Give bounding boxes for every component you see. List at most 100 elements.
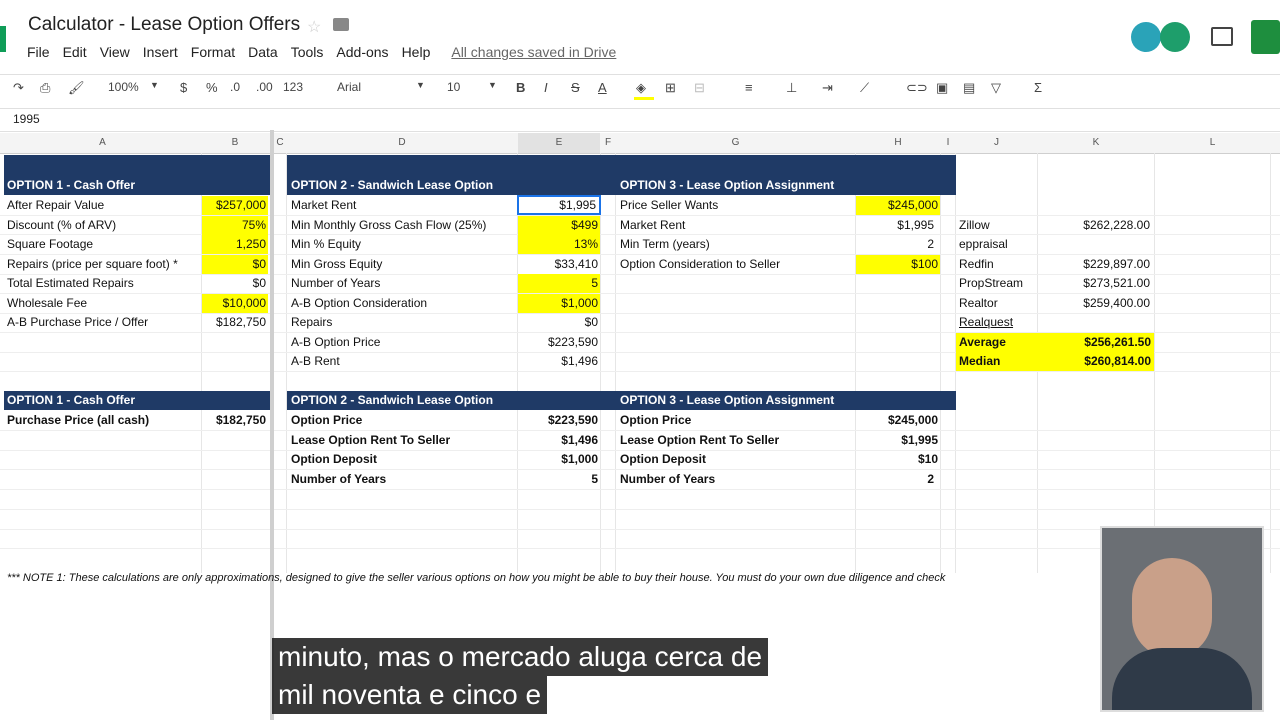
italic-button[interactable]: I [544, 80, 548, 95]
menu-format[interactable]: Format [191, 44, 235, 60]
column-header-g[interactable]: G [616, 133, 855, 154]
column-header-j[interactable]: J [956, 133, 1037, 154]
option3-summary-label[interactable]: Option Price [620, 411, 691, 430]
menu-insert[interactable]: Insert [143, 44, 178, 60]
text-rotation-icon[interactable]: ⟋ [860, 80, 869, 96]
option3-value[interactable]: $100 [856, 255, 940, 274]
font-size-select[interactable]: 10 [447, 80, 460, 94]
option2-value[interactable]: 13% [518, 235, 600, 254]
option2-label[interactable]: Number of Years [291, 274, 380, 293]
option3-summary-value[interactable]: 2 [856, 470, 940, 489]
column-header-k[interactable]: K [1038, 133, 1154, 154]
insert-comment-icon[interactable]: ▣ [936, 80, 948, 96]
option3-value[interactable]: $245,000 [856, 196, 940, 215]
valuation-source[interactable]: Realquest [959, 313, 1013, 332]
option3-label[interactable]: Min Term (years) [620, 235, 710, 254]
currency-button[interactable]: $ [180, 80, 187, 95]
option3-value[interactable]: 2 [856, 235, 940, 254]
insert-link-icon[interactable]: ⊂⊃ [906, 80, 928, 96]
menu-help[interactable]: Help [402, 44, 431, 60]
text-color-button[interactable]: A [598, 80, 607, 95]
valuation-value[interactable]: $229,897.00 [1038, 255, 1153, 274]
option2-summary-value[interactable]: $1,000 [518, 450, 600, 469]
option3-label[interactable]: Market Rent [620, 216, 685, 235]
option1-label[interactable]: Wholesale Fee [7, 294, 87, 313]
share-button[interactable] [1251, 20, 1280, 54]
selected-cell-market-rent[interactable]: $1,995 [517, 195, 601, 215]
option3-summary-value[interactable]: $10 [856, 450, 940, 469]
option2-value[interactable]: 5 [518, 274, 600, 293]
borders-icon[interactable]: ⊞ [665, 80, 676, 96]
menu-view[interactable]: View [100, 44, 130, 60]
option2-summary-value[interactable]: $1,496 [518, 431, 600, 450]
valuation-value[interactable] [1038, 235, 1153, 254]
collaborator-avatar[interactable] [1131, 22, 1161, 52]
option1-value[interactable]: $10,000 [202, 294, 268, 313]
option2-summary-label[interactable]: Number of Years [291, 470, 386, 489]
merge-cells-icon[interactable]: ⊟ [694, 80, 705, 96]
column-header-e[interactable]: E [518, 133, 600, 154]
paint-format-icon[interactable]: 🖌 [68, 80, 85, 96]
option3-summary-value[interactable]: $245,000 [856, 411, 940, 430]
option2-label[interactable]: A-B Option Price [291, 333, 380, 352]
option3-label[interactable]: Option Consideration to Seller [620, 255, 780, 274]
option2-value[interactable]: $1,000 [518, 294, 600, 313]
menu-tools[interactable]: Tools [291, 44, 324, 60]
bold-button[interactable]: B [516, 80, 525, 95]
insert-chart-icon[interactable]: ▤ [963, 80, 975, 96]
option2-label[interactable]: Min Monthly Gross Cash Flow (25%) [291, 216, 486, 235]
option2-summary-value[interactable]: $223,590 [518, 411, 600, 430]
star-icon[interactable]: ☆ [307, 17, 321, 37]
redo-icon[interactable]: ↷ [13, 80, 24, 96]
sheets-logo[interactable] [0, 26, 6, 52]
percent-button[interactable]: % [206, 80, 218, 95]
option2-label[interactable]: Repairs [291, 313, 332, 332]
valuation-source[interactable]: PropStream [959, 274, 1023, 293]
option1-label[interactable]: Discount (% of ARV) [7, 216, 116, 235]
option1-value[interactable]: $182,750 [202, 313, 268, 332]
valuation-source[interactable]: Redfin [959, 255, 994, 274]
menu-file[interactable]: File [27, 44, 50, 60]
option1-summary-value[interactable]: $182,750 [202, 411, 268, 430]
option2-value[interactable]: $499 [518, 216, 600, 235]
option1-value[interactable]: $257,000 [202, 196, 268, 215]
print-icon[interactable]: ⎙ [40, 80, 50, 96]
option2-label[interactable]: Market Rent [291, 196, 356, 215]
option1-summary-label[interactable]: Purchase Price (all cash) [7, 411, 149, 430]
column-header-d[interactable]: D [287, 133, 517, 154]
save-status[interactable]: All changes saved in Drive [451, 44, 616, 60]
align-horizontal-icon[interactable]: ≡ [745, 80, 753, 95]
option3-summary-label[interactable]: Option Deposit [620, 450, 706, 469]
option1-value[interactable]: 1,250 [202, 235, 268, 254]
valuation-value[interactable]: $273,521.00 [1038, 274, 1153, 293]
option2-value[interactable]: $33,410 [518, 255, 600, 274]
option1-label[interactable]: After Repair Value [7, 196, 104, 215]
menu-edit[interactable]: Edit [63, 44, 87, 60]
valuation-median-label[interactable]: Median [956, 352, 1038, 371]
option2-summary-value[interactable]: 5 [518, 470, 600, 489]
filter-icon[interactable]: ▽ [991, 80, 1001, 96]
option1-label[interactable]: Repairs (price per square foot) * [7, 255, 178, 274]
chevron-down-icon[interactable]: ▼ [416, 80, 425, 90]
option1-value[interactable]: 75% [202, 216, 268, 235]
option2-label[interactable]: Min % Equity [291, 235, 361, 254]
folder-icon[interactable] [333, 18, 349, 31]
valuation-value[interactable] [1038, 313, 1153, 332]
option3-summary-label[interactable]: Lease Option Rent To Seller [620, 431, 779, 450]
column-header-h[interactable]: H [856, 133, 940, 154]
chevron-down-icon[interactable]: ▼ [150, 80, 159, 90]
menu-addons[interactable]: Add-ons [336, 44, 388, 60]
zoom-select[interactable]: 100% [108, 80, 139, 94]
increase-decimal-button[interactable]: .00 [256, 80, 273, 94]
chevron-down-icon[interactable]: ▼ [488, 80, 497, 90]
document-title[interactable]: Calculator - Lease Option Offers [28, 14, 300, 36]
valuation-value[interactable]: $259,400.00 [1038, 294, 1153, 313]
column-header-l[interactable]: L [1155, 133, 1270, 154]
column-header-a[interactable]: A [4, 133, 201, 154]
option3-summary-value[interactable]: $1,995 [856, 431, 940, 450]
more-formats-button[interactable]: 123 [283, 80, 303, 94]
comment-icon[interactable] [1211, 27, 1233, 46]
option2-label[interactable]: A-B Option Consideration [291, 294, 427, 313]
option3-label[interactable]: Price Seller Wants [620, 196, 718, 215]
collaborator-avatar[interactable] [1160, 22, 1190, 52]
